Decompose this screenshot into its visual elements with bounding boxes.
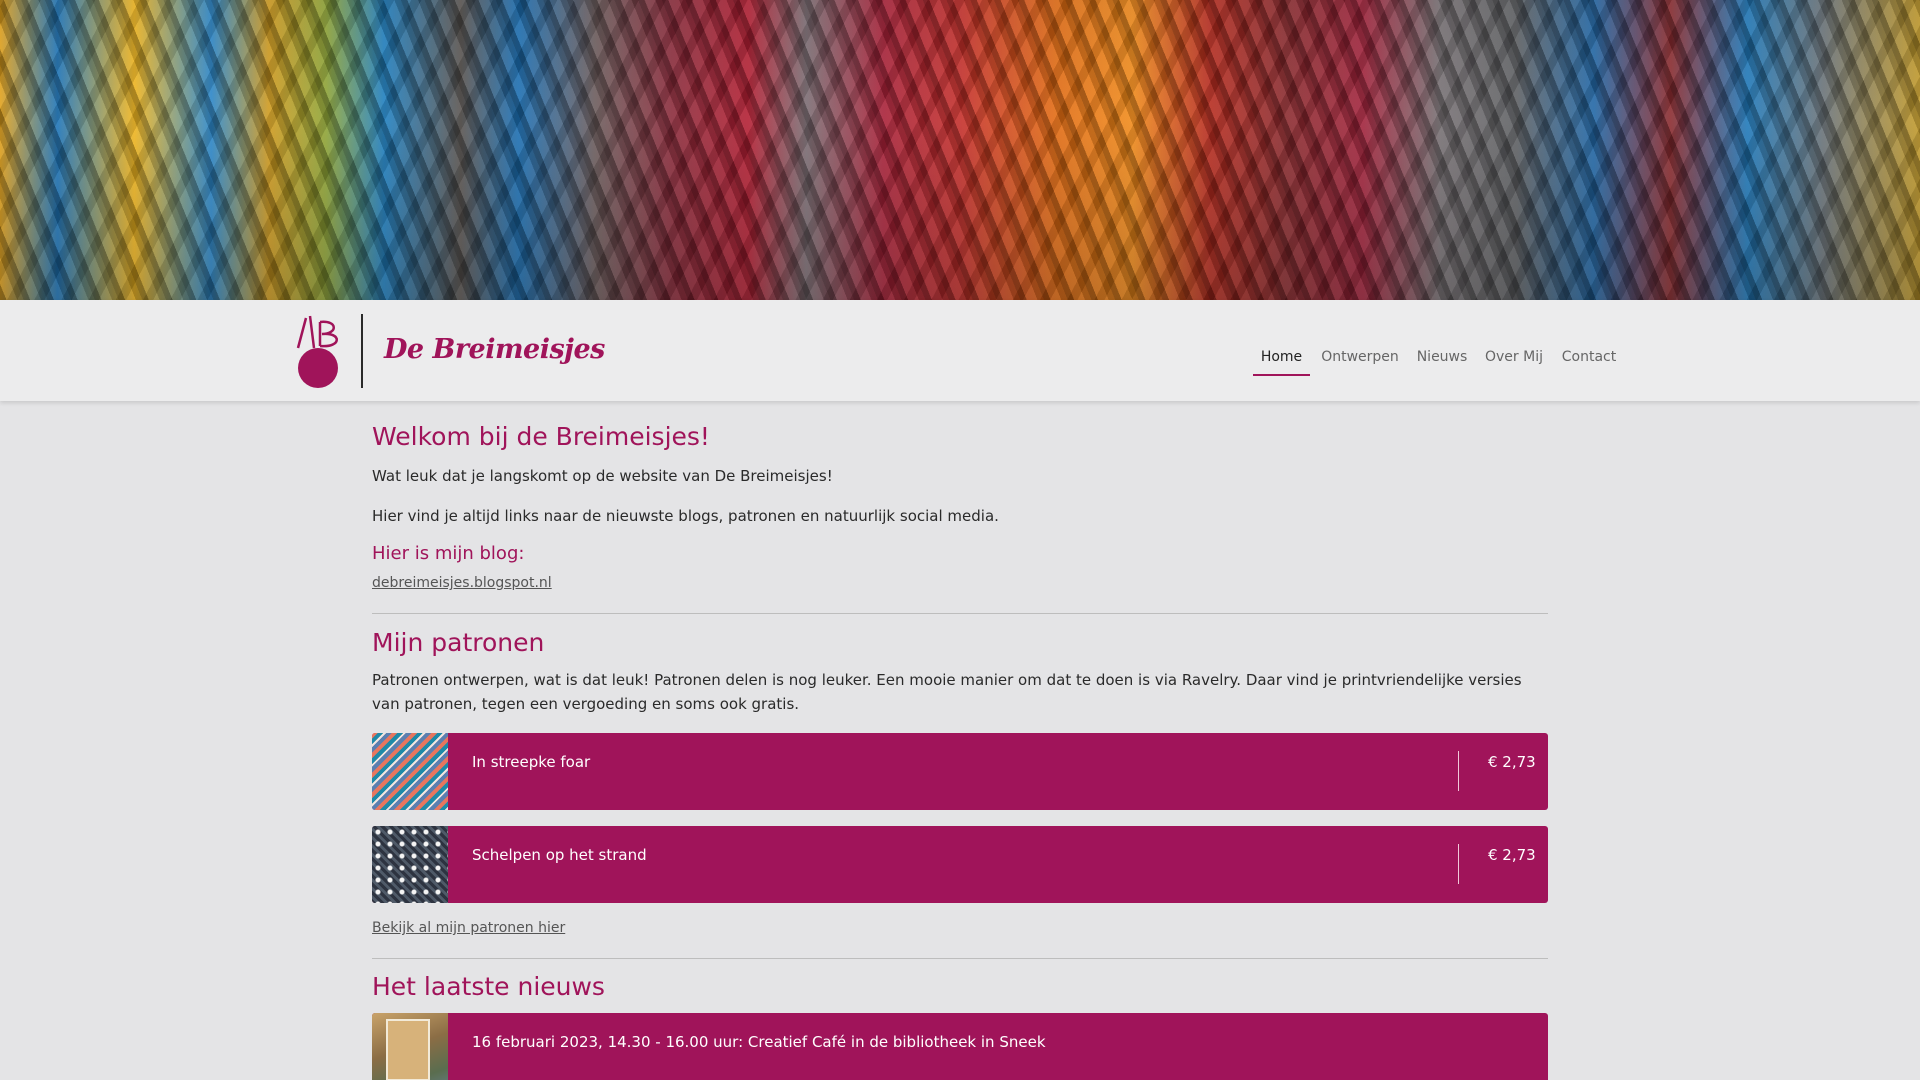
- pattern-card[interactable]: In streepke foar € 2,73: [372, 733, 1548, 810]
- pattern-thumbnail: [372, 733, 448, 810]
- main-nav: Home Ontwerpen Nieuws Over Mij Contact: [0, 340, 1920, 376]
- nav-over-mij[interactable]: Over Mij: [1482, 340, 1546, 376]
- blog-link[interactable]: debreimeisjes.blogspot.nl: [372, 575, 552, 591]
- welcome-body: Hier vind je altijd links naar de nieuws…: [372, 507, 999, 525]
- pattern-title: Schelpen op het strand: [472, 846, 647, 864]
- nav-nieuws[interactable]: Nieuws: [1411, 340, 1473, 376]
- patterns-title: Mijn patronen: [372, 628, 545, 657]
- divider: [372, 958, 1548, 959]
- all-patterns-link[interactable]: Bekijk al mijn patronen hier: [372, 920, 565, 936]
- pattern-card[interactable]: Schelpen op het strand € 2,73: [372, 826, 1548, 903]
- nav-home[interactable]: Home: [1253, 340, 1310, 376]
- patterns-description: Patronen ontwerpen, wat is dat leuk! Pat…: [372, 671, 1522, 713]
- card-separator: [1458, 844, 1459, 884]
- news-thumbnail-poster: [386, 1019, 430, 1080]
- news-item-title: 16 februari 2023, 14.30 - 16.00 uur: Cre…: [472, 1033, 1046, 1051]
- nav-contact[interactable]: Contact: [1555, 340, 1623, 376]
- pattern-thumbnail: [372, 826, 448, 903]
- welcome-intro: Wat leuk dat je langskomt op de website …: [372, 467, 833, 485]
- pattern-price: € 2,73: [1488, 753, 1536, 771]
- hero-banner-yarn-image: [0, 0, 1920, 300]
- nav-ontwerpen[interactable]: Ontwerpen: [1319, 340, 1401, 376]
- site-header: De Breimeisjes Home Ontwerpen Nieuws Ove…: [0, 300, 1920, 401]
- news-title: Het laatste nieuws: [372, 972, 605, 1001]
- divider: [372, 613, 1548, 614]
- news-card[interactable]: 16 februari 2023, 14.30 - 16.00 uur: Cre…: [372, 1013, 1548, 1080]
- blog-heading: Hier is mijn blog:: [372, 543, 525, 564]
- news-thumbnail: [372, 1013, 448, 1080]
- pattern-title: In streepke foar: [472, 753, 591, 771]
- card-separator: [1458, 751, 1459, 791]
- pattern-price: € 2,73: [1488, 846, 1536, 864]
- welcome-title: Welkom bij de Breimeisjes!: [372, 422, 710, 451]
